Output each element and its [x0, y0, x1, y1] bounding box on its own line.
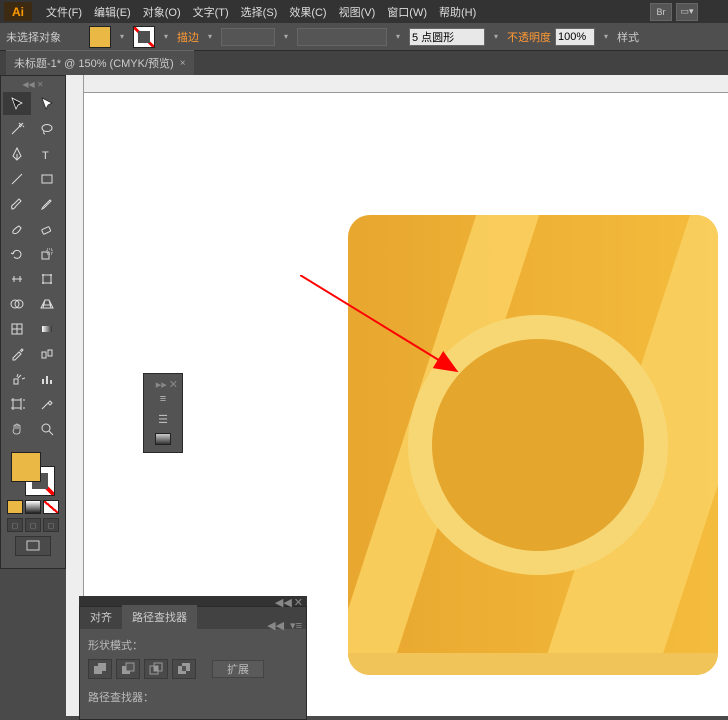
- pathfinder-panel: ◀◀✕ 对齐 路径查找器 ◀◀▾≡ 形状模式： 扩展 路径查找器：: [79, 596, 307, 720]
- gradient-tool[interactable]: [33, 317, 61, 340]
- draw-inside-icon[interactable]: ◻: [43, 518, 59, 532]
- pf-exclude-icon[interactable]: [172, 659, 196, 679]
- stroke-weight-field[interactable]: [221, 28, 275, 46]
- menu-bar: Ai 文件(F) 编辑(E) 对象(O) 文字(T) 选择(S) 效果(C) 视…: [0, 0, 728, 23]
- close-tab-icon[interactable]: ×: [180, 58, 186, 69]
- menu-help[interactable]: 帮助(H): [433, 4, 482, 20]
- rotate-tool[interactable]: [3, 242, 31, 265]
- symbol-sprayer-tool[interactable]: [3, 367, 31, 390]
- type-tool[interactable]: T: [33, 142, 61, 165]
- menu-text[interactable]: 文字(T): [187, 4, 235, 20]
- fill-swatch[interactable]: [89, 26, 111, 48]
- stroke-swatch[interactable]: [133, 26, 155, 48]
- perspective-grid-tool[interactable]: [33, 292, 61, 315]
- menu-select[interactable]: 选择(S): [235, 4, 284, 20]
- column-graph-tool[interactable]: [33, 367, 61, 390]
- stroke-profile-dropdown[interactable]: ▾: [391, 27, 405, 47]
- panel-icon-justify[interactable]: ☰: [148, 410, 178, 428]
- pf-unite-icon[interactable]: [88, 659, 112, 679]
- artboard-tool[interactable]: [3, 392, 31, 415]
- bridge-icon[interactable]: Br: [650, 3, 672, 21]
- menu-file[interactable]: 文件(F): [40, 4, 88, 20]
- opacity-field[interactable]: [555, 28, 595, 46]
- arrange-icon[interactable]: ▭▾: [676, 3, 698, 21]
- pf-intersect-icon[interactable]: [144, 659, 168, 679]
- scale-tool[interactable]: [33, 242, 61, 265]
- mesh-tool[interactable]: [3, 317, 31, 340]
- document-tab-bar: 未标题-1* @ 150% (CMYK/预览) ×: [0, 51, 728, 75]
- slice-tool[interactable]: [33, 392, 61, 415]
- zoom-tool[interactable]: [33, 417, 61, 440]
- opacity-label[interactable]: 不透明度: [507, 29, 551, 45]
- stroke-label[interactable]: 描边: [177, 29, 199, 45]
- stroke-link-icon[interactable]: ▾: [203, 27, 217, 47]
- selection-status: 未选择对象: [6, 29, 61, 45]
- direct-selection-tool[interactable]: [33, 92, 61, 115]
- eraser-tool[interactable]: [33, 217, 61, 240]
- app-logo: Ai: [4, 2, 32, 21]
- menu-edit[interactable]: 编辑(E): [88, 4, 137, 20]
- pathfinders-label: 路径查找器：: [88, 689, 298, 705]
- hand-tool[interactable]: [3, 417, 31, 440]
- panel-collapse-icon[interactable]: ◀◀: [267, 619, 284, 629]
- magic-wand-tool[interactable]: [3, 117, 31, 140]
- floating-panel-grip[interactable]: ▸▸✕: [148, 378, 178, 388]
- pen-tool[interactable]: [3, 142, 31, 165]
- pf-minus-front-icon[interactable]: [116, 659, 140, 679]
- expand-button[interactable]: 扩展: [212, 660, 264, 678]
- menu-effect[interactable]: 效果(C): [283, 4, 332, 20]
- control-bar: 未选择对象 ▾ ▾ 描边 ▾ ▾ ▾ ▾ 不透明度 ▾ 样式: [0, 23, 728, 51]
- width-tool[interactable]: [3, 267, 31, 290]
- eyedropper-tool[interactable]: [3, 342, 31, 365]
- draw-normal-icon[interactable]: ◻: [7, 518, 23, 532]
- rectangle-tool[interactable]: [33, 167, 61, 190]
- brush-field[interactable]: [409, 28, 485, 46]
- color-mode-gradient[interactable]: [25, 500, 41, 514]
- draw-behind-icon[interactable]: ◻: [25, 518, 41, 532]
- fill-color-icon[interactable]: [11, 452, 41, 482]
- menu-object[interactable]: 对象(O): [137, 4, 187, 20]
- screen-mode-button[interactable]: [15, 536, 51, 556]
- stroke-weight-dropdown[interactable]: ▾: [279, 27, 293, 47]
- stroke-dropdown[interactable]: ▾: [159, 27, 173, 47]
- line-tool[interactable]: [3, 167, 31, 190]
- floating-icon-panel[interactable]: ▸▸✕ ≡ ☰: [143, 373, 183, 453]
- tab-align[interactable]: 对齐: [80, 605, 122, 629]
- shape-builder-tool[interactable]: [3, 292, 31, 315]
- paintbrush-tool[interactable]: [3, 192, 31, 215]
- menu-window[interactable]: 窗口(W): [381, 4, 433, 20]
- artwork-drum[interactable]: [348, 215, 718, 675]
- panel-icon-swatch[interactable]: [148, 430, 178, 448]
- svg-text:T: T: [42, 150, 49, 162]
- style-label: 样式: [617, 29, 639, 45]
- menu-view[interactable]: 视图(V): [333, 4, 382, 20]
- tools-panel-grip[interactable]: ◀◀ ✕: [3, 80, 63, 90]
- tools-panel: ◀◀ ✕ T: [0, 75, 66, 569]
- brush-dropdown[interactable]: ▾: [489, 27, 503, 47]
- color-mode-none[interactable]: [43, 500, 59, 514]
- selection-tool[interactable]: [3, 92, 31, 115]
- fill-stroke-indicator[interactable]: [11, 452, 55, 496]
- tab-pathfinder[interactable]: 路径查找器: [122, 605, 197, 629]
- blob-brush-tool[interactable]: [3, 217, 31, 240]
- stroke-profile-field[interactable]: [297, 28, 387, 46]
- panel-icon-paragraph[interactable]: ≡: [148, 390, 178, 408]
- color-mode-solid[interactable]: [7, 500, 23, 514]
- opacity-dropdown[interactable]: ▾: [599, 27, 613, 47]
- lasso-tool[interactable]: [33, 117, 61, 140]
- blend-tool[interactable]: [33, 342, 61, 365]
- shape-modes-label: 形状模式：: [88, 637, 298, 653]
- ruler-horizontal[interactable]: [66, 75, 728, 93]
- pencil-tool[interactable]: [33, 192, 61, 215]
- free-transform-tool[interactable]: [33, 267, 61, 290]
- fill-dropdown[interactable]: ▾: [115, 27, 129, 47]
- document-title: 未标题-1* @ 150% (CMYK/预览): [14, 55, 174, 71]
- document-tab[interactable]: 未标题-1* @ 150% (CMYK/预览) ×: [6, 50, 194, 75]
